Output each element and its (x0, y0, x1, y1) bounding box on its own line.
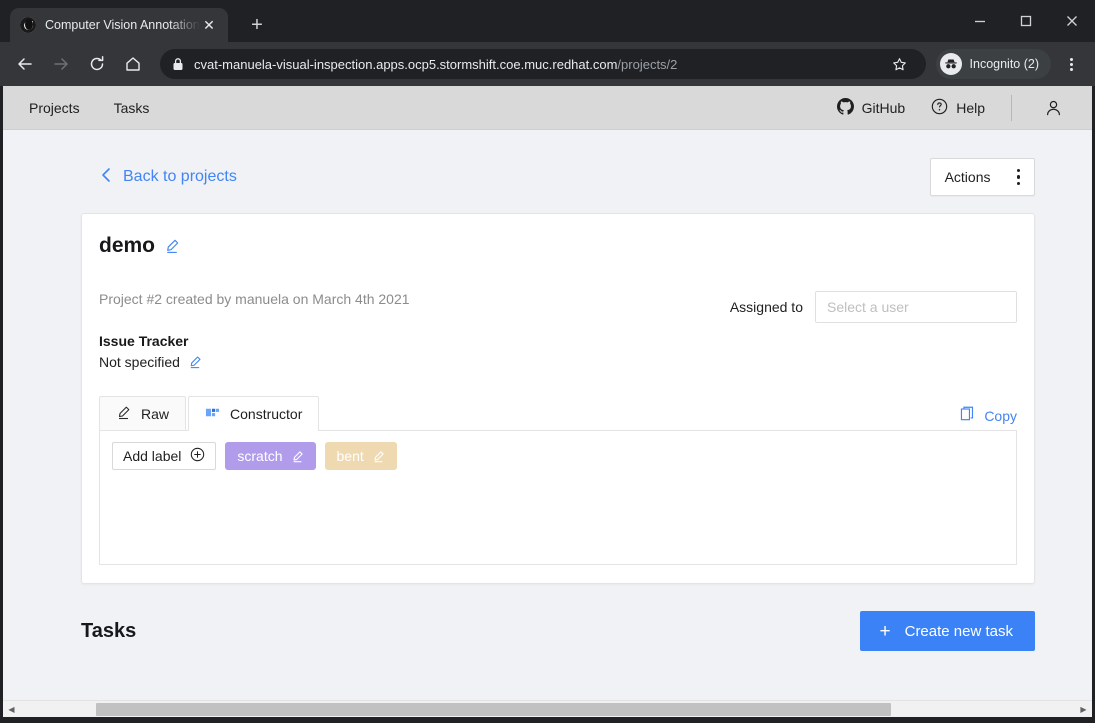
back-to-projects-label: Back to projects (123, 168, 237, 185)
help-label: Help (956, 99, 985, 116)
project-created-text: Project #2 created by manuela on March 4… (99, 291, 410, 307)
horizontal-scrollbar[interactable]: ◀ ▶ (3, 700, 1092, 717)
actions-button[interactable]: Actions (929, 158, 1035, 196)
minimize-icon[interactable] (957, 0, 1003, 42)
label-edit-pencil-icon[interactable] (291, 450, 304, 463)
scroll-right-icon[interactable]: ▶ (1075, 701, 1092, 718)
github-label: GitHub (861, 99, 906, 116)
label-chip-name: bent (336, 448, 364, 464)
scrollbar-thumb[interactable] (96, 702, 891, 716)
cvat-logo-icon (20, 17, 36, 33)
nav-item-tasks[interactable]: Tasks (114, 100, 150, 116)
github-link[interactable]: GitHub (836, 97, 906, 118)
copy-button[interactable]: Copy (960, 406, 1017, 425)
browser-window: Computer Vision Annotation T ✕ + cvat-ma… (0, 0, 1095, 723)
create-new-task-label: Create new task (904, 622, 1013, 640)
tab-raw-label: Raw (141, 405, 170, 422)
add-label-button[interactable]: Add label (112, 442, 217, 470)
url-host: cvat-manuela-visual-inspection.apps.ocp5… (194, 56, 618, 72)
pencil-icon (116, 405, 131, 423)
copy-label: Copy (984, 407, 1017, 424)
project-meta-row: Project #2 created by manuela on March 4… (99, 291, 1017, 323)
window-close-icon[interactable] (1049, 0, 1095, 42)
labels-panel: Add label scratch bent (99, 430, 1017, 565)
issue-tracker-value: Not specified (99, 354, 180, 370)
browser-tab-title: Computer Vision Annotation T (45, 18, 200, 32)
window-controls (957, 0, 1095, 42)
back-icon[interactable] (10, 49, 40, 79)
page-viewport: Projects Tasks GitHub Help Back to proje… (0, 86, 1095, 717)
incognito-label: Incognito (2) (969, 57, 1039, 71)
new-tab-button[interactable]: + (242, 10, 272, 40)
project-title-row: demo (99, 234, 1017, 258)
header-divider (1011, 94, 1012, 121)
chevron-left-icon (100, 167, 112, 188)
plus-circle-icon (190, 447, 205, 465)
tab-raw[interactable]: Raw (99, 396, 187, 430)
browser-toolbar: cvat-manuela-visual-inspection.apps.ocp5… (0, 42, 1095, 86)
issue-tracker-row: Not specified (99, 354, 1017, 370)
help-icon (931, 98, 948, 118)
assignee-field-group: Assigned to Select a user (730, 291, 1017, 323)
tasks-heading: Tasks (81, 619, 137, 642)
nav-item-projects[interactable]: Projects (29, 100, 80, 116)
scrollbar-track[interactable] (20, 701, 1075, 718)
browser-menu-icon[interactable] (1057, 49, 1085, 79)
assignee-placeholder: Select a user (827, 299, 909, 315)
label-chip-name: scratch (237, 448, 283, 464)
window-bottom-edge (0, 717, 1095, 723)
label-chip-bent[interactable]: bent (324, 442, 397, 470)
labels-list: Add label scratch bent (112, 442, 1004, 470)
app-header-right: GitHub Help (836, 94, 1068, 121)
page-content: Back to projects Actions demo Project #2… (3, 130, 1092, 717)
add-label-text: Add label (123, 448, 182, 464)
issue-tracker-title: Issue Tracker (99, 333, 189, 349)
actions-label: Actions (944, 169, 991, 185)
edit-pencil-icon[interactable] (164, 238, 180, 254)
app-nav: Projects Tasks (29, 100, 149, 116)
incognito-profile-button[interactable]: Incognito (2) (935, 49, 1051, 79)
labels-editor-tabbar: Raw Constructor Copy (99, 396, 1017, 431)
copy-icon (960, 406, 975, 425)
bookmark-icon[interactable] (886, 57, 914, 72)
tab-constructor-label: Constructor (230, 406, 303, 422)
user-icon[interactable] (1038, 99, 1068, 117)
label-chip-scratch[interactable]: scratch (225, 442, 316, 470)
top-action-row: Back to projects Actions (3, 130, 1092, 196)
github-icon (836, 97, 854, 118)
url-text: cvat-manuela-visual-inspection.apps.ocp5… (194, 57, 886, 72)
address-bar[interactable]: cvat-manuela-visual-inspection.apps.ocp5… (160, 49, 926, 79)
url-path: /projects/2 (617, 56, 678, 72)
issue-tracker-edit-pencil-icon[interactable] (188, 355, 202, 369)
forward-icon (46, 49, 76, 79)
back-to-projects-link[interactable]: Back to projects (100, 167, 237, 188)
constructor-icon (205, 405, 220, 423)
browser-tabstrip: Computer Vision Annotation T ✕ + (0, 0, 1095, 42)
more-vertical-icon (1016, 168, 1020, 186)
page-title: demo (99, 234, 156, 257)
incognito-icon (939, 53, 962, 75)
label-edit-pencil-icon[interactable] (372, 450, 385, 463)
home-icon[interactable] (118, 49, 148, 79)
tasks-section-header: Tasks + Create new task (81, 611, 1035, 651)
create-new-task-button[interactable]: + Create new task (859, 611, 1035, 651)
project-details-card: demo Project #2 created by manuela on Ma… (81, 213, 1035, 584)
app-header: Projects Tasks GitHub Help (3, 86, 1092, 130)
assignee-label: Assigned to (729, 299, 803, 315)
scroll-left-icon[interactable]: ◀ (3, 701, 20, 718)
browser-tab[interactable]: Computer Vision Annotation T ✕ (10, 8, 228, 42)
labels-editor: Raw Constructor Copy Add label scratch b… (99, 396, 1017, 565)
tab-constructor[interactable]: Constructor (188, 396, 320, 431)
plus-icon: + (879, 620, 891, 642)
help-link[interactable]: Help (931, 98, 985, 118)
maximize-icon[interactable] (1003, 0, 1049, 42)
lock-icon (172, 57, 184, 71)
reload-icon[interactable] (82, 49, 112, 79)
close-icon[interactable]: ✕ (200, 16, 218, 34)
assignee-select[interactable]: Select a user (815, 291, 1017, 323)
